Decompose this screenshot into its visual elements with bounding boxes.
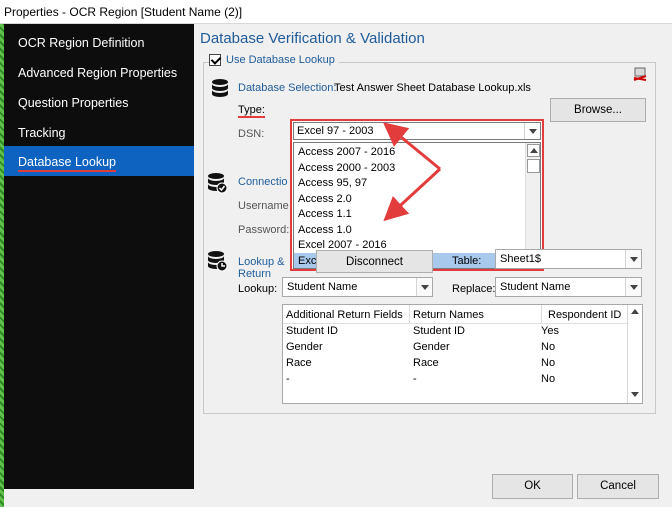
column-divider: [541, 305, 542, 323]
clear-database-icon[interactable]: [632, 66, 648, 82]
option-label: Access 2.0: [298, 192, 352, 205]
sidebar-item-label: OCR Region Definition: [18, 36, 145, 50]
use-database-lookup-label: Use Database Lookup: [226, 54, 335, 66]
replace-label: Replace:: [452, 283, 496, 295]
type-option-access-1-0[interactable]: Access 1.0: [294, 222, 526, 238]
main-panel: Database Verification & Validation Use D…: [194, 24, 672, 507]
type-option-access-95-97[interactable]: Access 95, 97: [294, 175, 526, 191]
option-label: Access 95, 97: [298, 177, 368, 189]
lookup-return-label-line2: Return: [238, 268, 272, 280]
use-database-lookup-checkbox[interactable]: Use Database Lookup: [209, 54, 339, 66]
title-bar: Properties - OCR Region [Student Name (2…: [0, 0, 672, 24]
table-cell[interactable]: -: [286, 373, 290, 385]
table-cell[interactable]: No: [541, 357, 555, 369]
browse-button[interactable]: Browse...: [550, 98, 646, 122]
database-lookup-icon: [208, 251, 227, 272]
table-header: Respondent ID: [548, 309, 622, 321]
database-selection-label: Database Selection:: [238, 82, 337, 94]
table-cell[interactable]: No: [541, 341, 555, 353]
disconnect-button[interactable]: Disconnect: [316, 250, 433, 273]
option-label: Access 1.0: [298, 223, 352, 236]
column-divider: [409, 305, 410, 323]
sidebar: OCR Region Definition Advanced Region Pr…: [4, 24, 194, 489]
return-fields-table[interactable]: Additional Return Fields Return Names Re…: [282, 304, 643, 404]
ok-button-label: OK: [524, 480, 541, 492]
table-cell[interactable]: No: [541, 373, 555, 385]
lookup-select[interactable]: Student Name: [282, 277, 433, 297]
sidebar-item-advanced-region-properties[interactable]: Advanced Region Properties: [4, 57, 194, 87]
chevron-down-icon[interactable]: [416, 278, 432, 296]
sidebar-item-label: Database Lookup: [18, 155, 116, 172]
type-option-access-2007-2016[interactable]: Access 2007 - 2016: [294, 144, 526, 160]
chevron-down-icon[interactable]: [625, 278, 641, 296]
table-cell[interactable]: Gender: [413, 341, 450, 353]
password-label: Password:: [238, 224, 290, 236]
type-select[interactable]: Excel 97 - 2003: [293, 122, 541, 140]
lookup-label: Lookup:: [238, 283, 278, 295]
connection-label: Connectio: [238, 176, 288, 188]
type-option-access-2-0[interactable]: Access 2.0: [294, 191, 526, 207]
username-label: Username: [238, 200, 289, 212]
browse-button-label: Browse...: [574, 104, 622, 116]
option-label: Access 1.1: [298, 208, 352, 220]
type-selected-value: Excel 97 - 2003: [297, 125, 374, 137]
table-cell[interactable]: Student ID: [413, 325, 465, 337]
sidebar-item-tracking[interactable]: Tracking: [4, 117, 194, 147]
type-option-access-2000-2003[interactable]: Access 2000 - 2003: [294, 160, 526, 176]
table-cell[interactable]: Gender: [286, 341, 323, 353]
type-option-access-1-1[interactable]: Access 1.1: [294, 206, 526, 222]
cancel-button[interactable]: Cancel: [577, 474, 659, 499]
table-cell[interactable]: Student ID: [286, 325, 338, 337]
scroll-down-icon[interactable]: [629, 388, 642, 401]
cancel-button-label: Cancel: [600, 480, 636, 492]
sidebar-item-database-lookup[interactable]: Database Lookup: [4, 146, 194, 176]
option-label: Access 2007 - 2016: [298, 146, 396, 158]
table-cell[interactable]: Race: [413, 357, 439, 369]
option-label: Access 2000 - 2003: [298, 161, 396, 174]
chevron-down-icon[interactable]: [524, 123, 540, 139]
window-title: Properties - OCR Region [Student Name (2…: [4, 5, 243, 19]
table-cell[interactable]: Race: [286, 357, 312, 369]
header-divider: [283, 323, 627, 324]
table-label: Table:: [452, 255, 482, 267]
table-select[interactable]: Sheet1$: [495, 249, 642, 269]
checkbox-checked-icon[interactable]: [209, 54, 221, 66]
scroll-up-icon[interactable]: [527, 144, 540, 157]
table-header: Additional Return Fields: [286, 309, 403, 321]
sidebar-item-ocr-region-definition[interactable]: OCR Region Definition: [4, 27, 194, 57]
dsn-label: DSN:: [238, 128, 265, 140]
page-title: Database Verification & Validation: [200, 30, 425, 47]
lookup-return-label-line1: Lookup &: [238, 256, 285, 268]
disconnect-button-label: Disconnect: [346, 256, 403, 268]
chevron-down-icon[interactable]: [625, 250, 641, 268]
sidebar-item-label: Tracking: [18, 126, 66, 140]
table-cell[interactable]: Yes: [541, 325, 559, 337]
replace-select-value: Student Name: [500, 281, 571, 293]
replace-select[interactable]: Student Name: [495, 277, 642, 297]
database-icon: [212, 79, 228, 97]
table-header: Return Names: [413, 309, 484, 321]
lookup-select-value: Student Name: [287, 281, 358, 293]
type-label: Type:: [238, 104, 265, 118]
scroll-up-icon[interactable]: [629, 306, 642, 319]
database-connected-icon: [208, 173, 227, 194]
ok-button[interactable]: OK: [492, 474, 573, 499]
table-scrollbar[interactable]: [627, 305, 642, 403]
database-selection-value: Test Answer Sheet Database Lookup.xls: [334, 82, 531, 94]
sidebar-item-label: Advanced Region Properties: [18, 66, 178, 80]
table-select-value: Sheet1$: [500, 253, 541, 265]
sidebar-item-label: Question Properties: [18, 96, 129, 110]
scroll-thumb[interactable]: [527, 159, 540, 173]
table-cell[interactable]: -: [413, 373, 417, 385]
sidebar-item-question-properties[interactable]: Question Properties: [4, 87, 194, 117]
